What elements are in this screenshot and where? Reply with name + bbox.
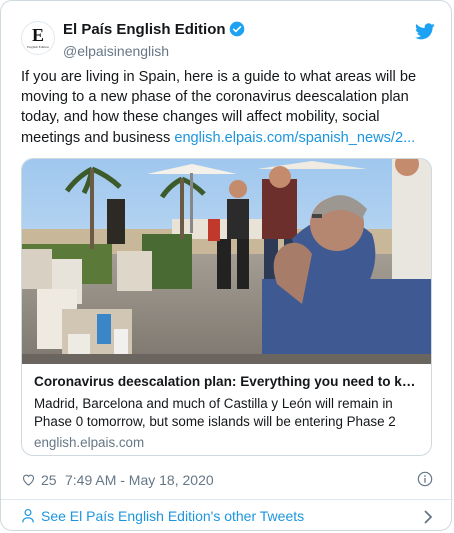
photo-cafe-terrace <box>22 159 431 364</box>
person-icon <box>21 508 35 527</box>
author-handle[interactable]: @elpaisinenglish <box>63 42 245 60</box>
tweet-link[interactable]: english.elpais.com/spanish_news/2... <box>174 130 415 146</box>
heart-icon[interactable] <box>21 472 36 490</box>
link-card-body: Coronavirus deescalation plan: Everythin… <box>34 373 422 452</box>
link-preview-card[interactable]: Coronavirus deescalation plan: Everythin… <box>21 158 432 456</box>
verified-badge-icon <box>229 21 245 42</box>
tweet-text: If you are living in Spain, here is a gu… <box>21 67 421 148</box>
see-other-tweets-label: See El País English Edition's other Twee… <box>41 508 305 524</box>
chevron-right-icon <box>423 510 433 527</box>
embedded-tweet-card: E English Edition El País English Editio… <box>0 0 453 531</box>
author-display-name[interactable]: El País English Edition <box>63 20 245 42</box>
divider <box>1 499 453 500</box>
see-other-tweets-link[interactable]: See El País English Edition's other Twee… <box>21 507 435 527</box>
author-names: El País English Edition @elpaisinenglish <box>63 20 245 60</box>
twitter-bird-icon[interactable] <box>415 23 435 45</box>
tweet-timestamp[interactable]: 7:49 AM - May 18, 2020 <box>65 472 214 488</box>
like-count[interactable]: 25 <box>41 472 57 488</box>
avatar-logo-letter: E <box>31 25 44 45</box>
link-card-title[interactable]: Coronavirus deescalation plan: Everythin… <box>34 373 422 391</box>
tweet-header: E English Edition El País English Editio… <box>21 15 435 59</box>
tweet-meta: 25 7:49 AM - May 18, 2020 <box>21 471 435 491</box>
link-card-domain: english.elpais.com <box>34 435 145 450</box>
author-display-name-text: El País English Edition <box>63 21 226 38</box>
avatar-logo-subtext: English Edition <box>27 45 49 49</box>
avatar[interactable]: E English Edition <box>21 21 55 55</box>
info-icon[interactable] <box>417 471 433 490</box>
link-card-description: Madrid, Barcelona and much of Castilla y… <box>34 396 396 429</box>
